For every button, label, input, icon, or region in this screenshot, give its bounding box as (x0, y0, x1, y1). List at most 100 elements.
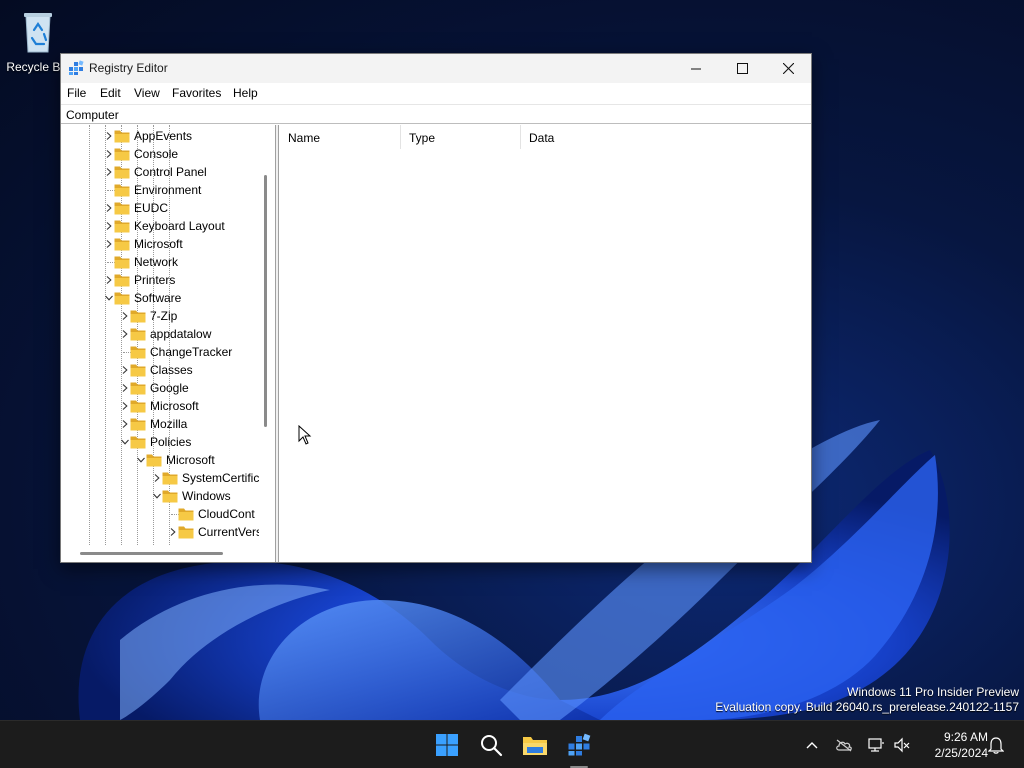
tree-node[interactable]: Environment (61, 181, 259, 199)
tree-node-label: Policies (150, 435, 192, 449)
tree-node[interactable]: Microsoft (61, 451, 259, 469)
tree-node[interactable]: CurrentVers (61, 523, 259, 541)
folder-icon (130, 310, 146, 323)
chevron-right-icon[interactable] (105, 222, 113, 230)
column-header-type[interactable]: Type (401, 125, 521, 149)
tree-node[interactable]: Printers (61, 271, 259, 289)
tree-vertical-scrollbar[interactable] (264, 175, 267, 427)
show-hidden-icons-button[interactable] (802, 735, 822, 755)
volume-tray-button[interactable] (892, 735, 912, 755)
evaluation-watermark: Windows 11 Pro Insider Preview Evaluatio… (715, 685, 1019, 715)
tree-node-label: Printers (134, 273, 176, 287)
address-bar[interactable]: Computer (61, 104, 811, 124)
tree-node-label: Windows (182, 489, 231, 503)
tree-node[interactable]: Classes (61, 361, 259, 379)
tree-node[interactable]: Google (61, 379, 259, 397)
tree-node-label: Network (134, 255, 179, 269)
file-explorer-button[interactable] (519, 729, 551, 761)
values-list-pane[interactable]: Name Type Data (280, 125, 809, 562)
tree-node[interactable]: Policies (61, 433, 259, 451)
minimize-button[interactable] (673, 54, 719, 83)
close-button[interactable] (765, 54, 811, 83)
chevron-right-icon[interactable] (121, 384, 129, 392)
key-tree-pane[interactable]: AppEvents Console Control Panel Environment… (61, 125, 276, 562)
folder-icon (162, 490, 178, 503)
tree-node-label: AppEvents (134, 129, 193, 143)
tree-node[interactable]: Windows (61, 487, 259, 505)
tree-node-label: Keyboard Layout (134, 219, 225, 233)
chevron-right-icon[interactable] (105, 150, 113, 158)
chevron-down-icon[interactable] (105, 294, 113, 302)
tree-node-label: Microsoft (150, 399, 199, 413)
chevron-right-icon[interactable] (153, 474, 161, 482)
pane-splitter[interactable] (276, 125, 279, 562)
onedrive-tray-button[interactable] (834, 735, 854, 755)
registry-editor-window: Registry Editor File Edit View Favorites… (60, 53, 812, 563)
tree-node[interactable]: Console (61, 145, 259, 163)
chevron-right-icon[interactable] (121, 402, 129, 410)
menu-view[interactable]: View (134, 86, 160, 100)
chevron-right-icon[interactable] (105, 240, 113, 248)
tree-node[interactable]: Control Panel (61, 163, 259, 181)
tree-node[interactable]: Software (61, 289, 259, 307)
window-title: Registry Editor (89, 61, 168, 75)
tree-node[interactable]: Mozilla (61, 415, 259, 433)
column-header-data[interactable]: Data (521, 125, 809, 149)
chevron-down-icon[interactable] (153, 492, 161, 500)
system-clock[interactable]: 9:26 AM 2/25/2024 (918, 729, 988, 761)
network-icon (868, 738, 884, 752)
watermark-edition: Windows 11 Pro Insider Preview (847, 685, 1019, 699)
chevron-right-icon[interactable] (121, 312, 129, 320)
folder-icon (114, 148, 130, 161)
tree-node[interactable]: Microsoft (61, 397, 259, 415)
chevron-down-icon[interactable] (121, 438, 129, 446)
chevron-right-icon[interactable] (121, 330, 129, 338)
title-bar[interactable]: Registry Editor (61, 54, 811, 83)
tree-node-label: Software (134, 291, 182, 305)
folder-icon (130, 328, 146, 341)
watermark-build: Evaluation copy. Build 26040.rs_prerelea… (715, 700, 1019, 714)
clock-time: 9:26 AM (943, 730, 988, 744)
folder-icon (130, 436, 146, 449)
chevron-down-icon[interactable] (137, 456, 145, 464)
tree-node[interactable]: SystemCertific (61, 469, 259, 487)
menu-help[interactable]: Help (233, 86, 258, 100)
tree-node[interactable]: Network (61, 253, 259, 271)
notification-center-button[interactable] (986, 735, 1006, 755)
tree-node[interactable]: ChangeTracker (61, 343, 259, 361)
tree-node[interactable]: CloudCont (61, 505, 259, 523)
registry-editor-taskbar-button[interactable] (563, 729, 595, 761)
network-tray-button[interactable] (866, 735, 886, 755)
menu-edit[interactable]: Edit (100, 86, 121, 100)
folder-icon (146, 454, 162, 467)
registry-icon (69, 60, 84, 75)
start-button[interactable] (431, 729, 463, 761)
minimize-icon (691, 68, 701, 69)
tree-horizontal-scrollbar[interactable] (80, 552, 223, 555)
tree-node[interactable]: appdatalow (61, 325, 259, 343)
chevron-right-icon[interactable] (105, 168, 113, 176)
chevron-right-icon[interactable] (105, 276, 113, 284)
tree-node[interactable]: EUDC (61, 199, 259, 217)
menu-file[interactable]: File (67, 86, 86, 100)
tree-node[interactable]: 7-Zip (61, 307, 259, 325)
tree-node-label: Classes (150, 363, 193, 377)
folder-icon (130, 418, 146, 431)
search-button[interactable] (475, 729, 507, 761)
cloud-offline-icon (836, 739, 852, 752)
tree-node-label: CurrentVers (198, 525, 259, 539)
chevron-right-icon[interactable] (169, 528, 177, 536)
folder-icon (178, 526, 194, 539)
chevron-right-icon[interactable] (121, 420, 129, 428)
tree-node[interactable]: AppEvents (61, 127, 259, 145)
tree-node[interactable]: Keyboard Layout (61, 217, 259, 235)
tree-node[interactable]: Microsoft (61, 235, 259, 253)
column-header-name[interactable]: Name (280, 125, 401, 149)
menu-favorites[interactable]: Favorites (172, 86, 221, 100)
maximize-button[interactable] (719, 54, 765, 83)
chevron-right-icon[interactable] (105, 132, 113, 140)
tree-node-label: appdatalow (150, 327, 212, 341)
chevron-right-icon[interactable] (121, 366, 129, 374)
notification-bell-icon (988, 737, 1004, 754)
chevron-right-icon[interactable] (105, 204, 113, 212)
